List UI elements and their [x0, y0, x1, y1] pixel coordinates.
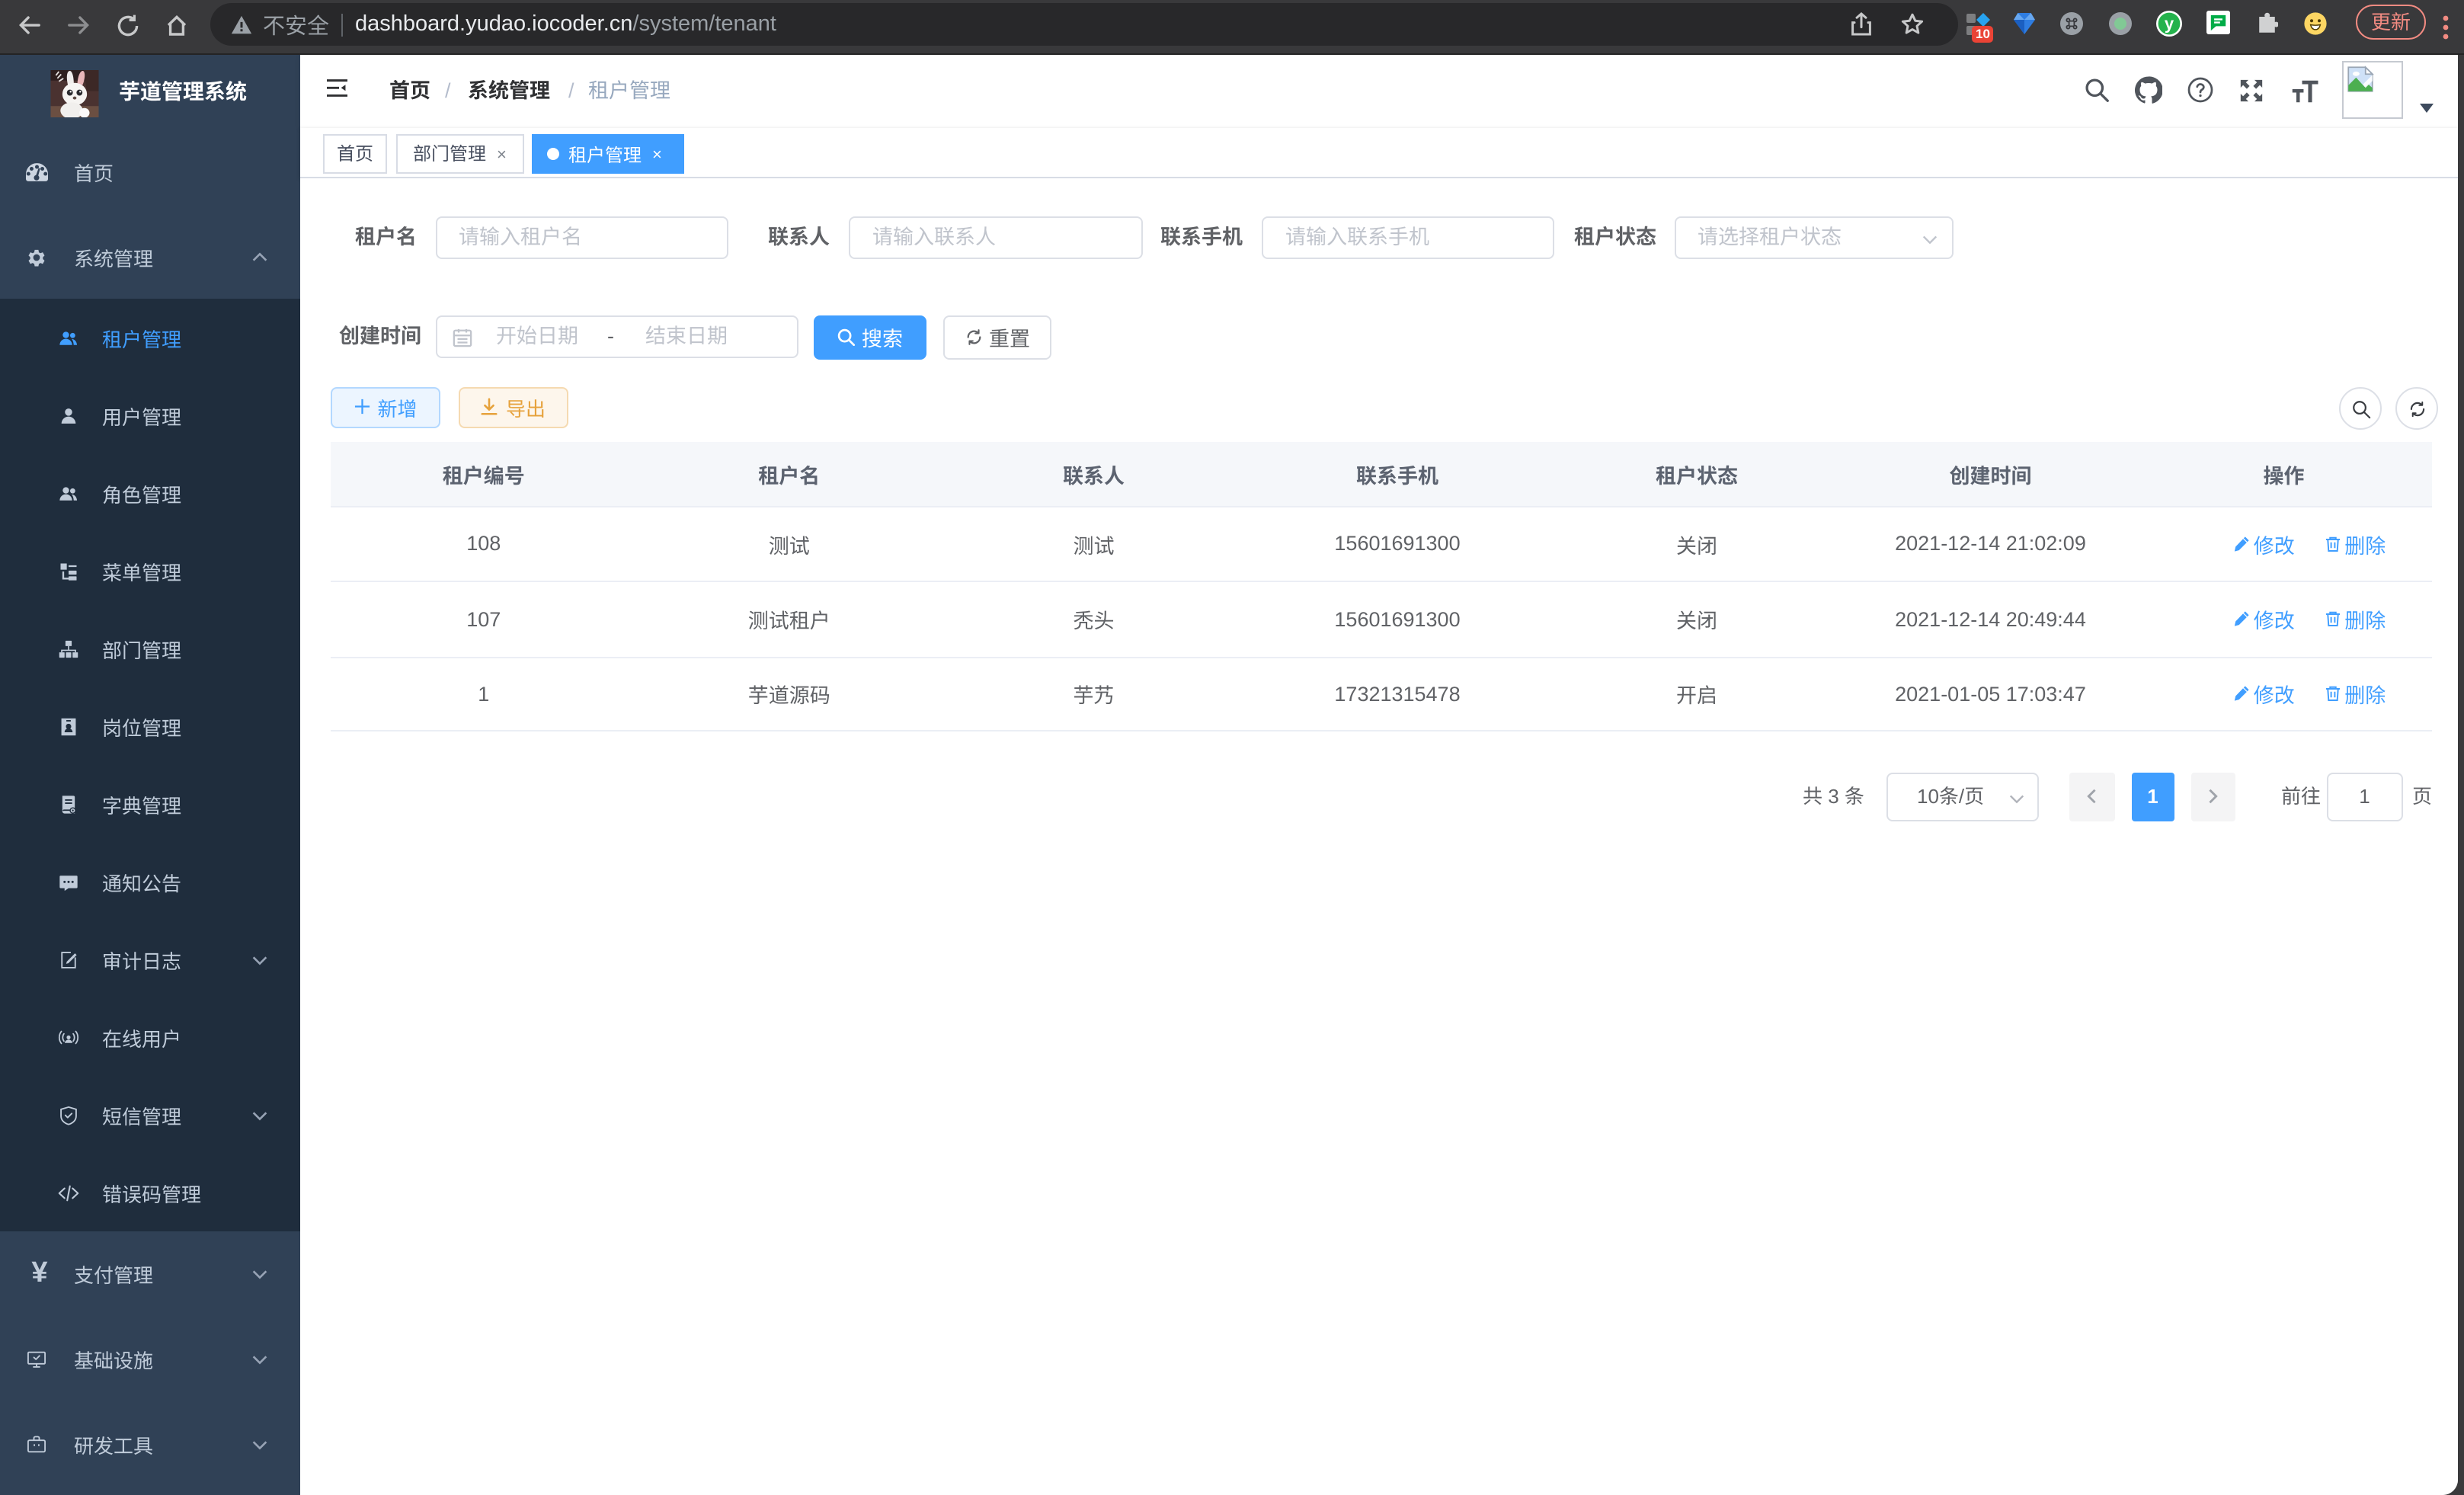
svg-text:y: y	[2165, 13, 2174, 32]
